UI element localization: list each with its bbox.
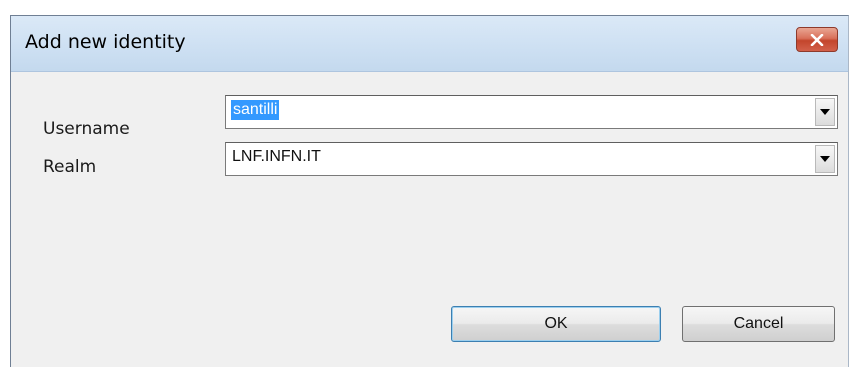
realm-value[interactable]: LNF.INFN.IT <box>232 148 321 166</box>
realm-dropdown-button[interactable] <box>815 145 835 173</box>
window-title: Add new identity <box>25 31 186 53</box>
title-bar[interactable]: Add new identity <box>11 16 848 72</box>
dialog-body: Username santilli Realm LNF.INFN.IT OK C… <box>11 72 848 367</box>
realm-label: Realm <box>43 157 97 177</box>
username-label: Username <box>43 119 130 139</box>
cancel-button[interactable]: Cancel <box>682 306 835 342</box>
close-button[interactable] <box>796 27 838 52</box>
username-value[interactable]: santilli <box>231 100 280 120</box>
chevron-down-icon <box>820 109 830 115</box>
username-combobox[interactable]: santilli <box>225 95 838 129</box>
close-icon <box>810 33 824 46</box>
add-identity-dialog: Add new identity Username santilli Realm… <box>10 15 849 367</box>
realm-combobox[interactable]: LNF.INFN.IT <box>225 142 838 176</box>
ok-button[interactable]: OK <box>451 306 661 342</box>
username-dropdown-button[interactable] <box>815 98 835 126</box>
chevron-down-icon <box>820 156 830 162</box>
